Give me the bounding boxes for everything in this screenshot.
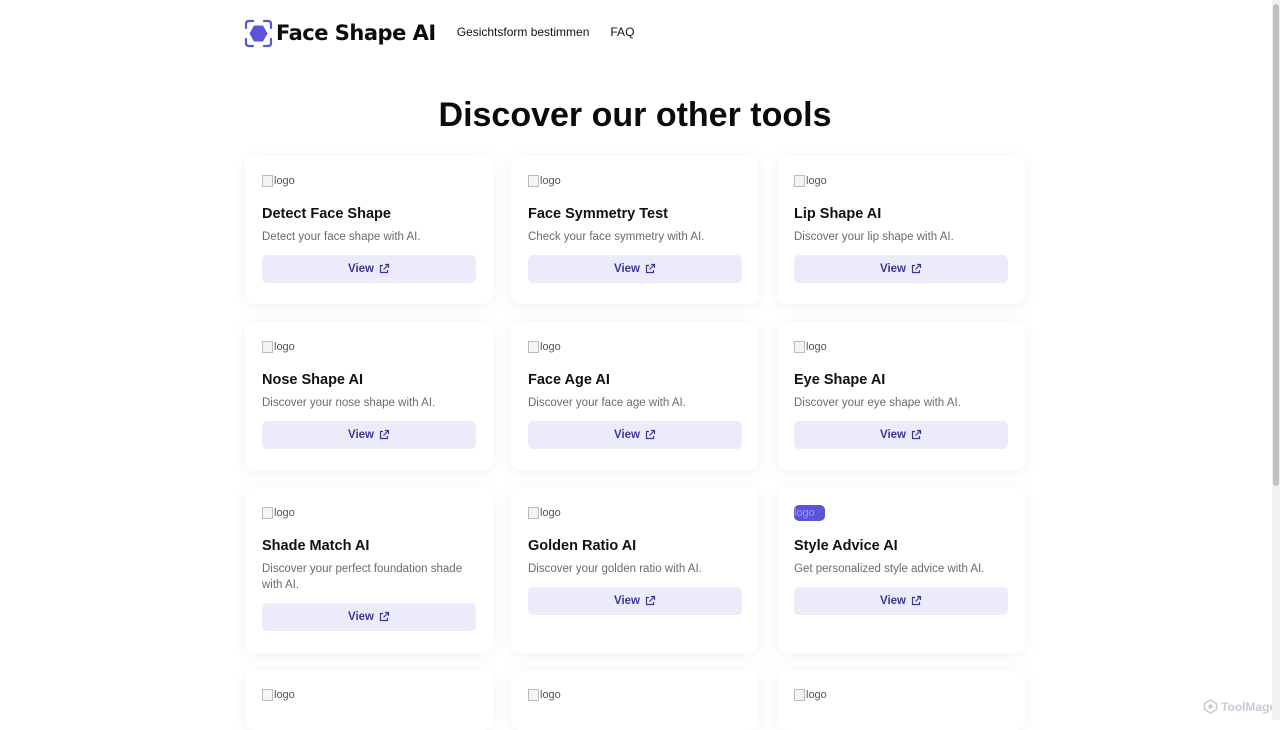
tool-card-description: Detect your face shape with AI.: [262, 231, 421, 243]
view-button[interactable]: View: [262, 255, 476, 283]
page-scrollbar[interactable]: [1272, 0, 1280, 720]
view-button[interactable]: View: [528, 587, 742, 615]
tool-card-title: Golden Ratio AI: [528, 538, 637, 554]
nav-link-gesichtsform-bestimmen[interactable]: Gesichtsform bestimmen: [457, 25, 590, 39]
view-button[interactable]: View: [528, 421, 742, 449]
tool-card-title: Face Symmetry Test: [528, 206, 668, 222]
tool-card-title: Shade Match AI: [262, 538, 370, 554]
tool-logo-image: logo: [262, 687, 476, 703]
tool-logo-image: logo: [528, 687, 742, 703]
tool-logo-image: logo: [262, 339, 476, 355]
broken-image-icon: [794, 175, 805, 187]
external-link-icon: [379, 611, 390, 622]
view-button[interactable]: View: [794, 255, 1008, 283]
broken-image-icon: [794, 341, 805, 353]
tool-logo-image: logo: [794, 173, 1008, 189]
view-button[interactable]: View: [528, 255, 742, 283]
brand-name: Face Shape AI: [276, 21, 436, 45]
broken-image-icon: [794, 689, 805, 701]
tool-logo-image: logo: [794, 505, 825, 521]
broken-image-icon: [262, 507, 273, 519]
external-link-icon: [911, 263, 922, 274]
tool-card-shade-match-ai: logo Shade Match AI Discover your perfec…: [245, 488, 493, 653]
view-button[interactable]: View: [262, 603, 476, 631]
main-nav: Gesichtsform bestimmen FAQ: [457, 25, 656, 39]
nav-link-faq[interactable]: FAQ: [610, 25, 634, 39]
tool-card-nose-shape-ai: logo Nose Shape AI Discover your nose sh…: [245, 322, 493, 470]
external-link-icon: [645, 429, 656, 440]
broken-image-icon: [262, 689, 273, 701]
tool-logo-image: logo: [528, 339, 742, 355]
toolmage-watermark: ToolMage: [1203, 699, 1276, 714]
scrollbar-thumb[interactable]: [1273, 4, 1279, 486]
tool-card-description: Discover your face age with AI.: [528, 397, 686, 409]
tool-card-title: Style Advice AI: [794, 538, 898, 554]
broken-image-icon: [528, 689, 539, 701]
tool-card-description: Discover your perfect foundation shade w…: [262, 563, 463, 591]
toolmage-logo-icon: [1203, 699, 1218, 714]
tool-card-face-symmetry-test: logo Face Symmetry Test Check your face …: [511, 156, 759, 304]
broken-image-icon: [528, 175, 539, 187]
tool-card-description: Discover your eye shape with AI.: [794, 397, 961, 409]
tool-logo-image: logo: [262, 505, 476, 521]
tool-card-title: Face Age AI: [528, 372, 610, 388]
tool-card-partial: logo: [245, 670, 493, 730]
broken-image-icon: [528, 341, 539, 353]
broken-image-icon: [528, 507, 539, 519]
tool-card-description: Discover your lip shape with AI.: [794, 231, 954, 243]
external-link-icon: [911, 429, 922, 440]
tool-card-lip-shape-ai: logo Lip Shape AI Discover your lip shap…: [777, 156, 1025, 304]
tool-card-golden-ratio-ai: logo Golden Ratio AI Discover your golde…: [511, 488, 759, 653]
tool-logo-image: logo: [528, 505, 742, 521]
tool-card-partial: logo: [511, 670, 759, 730]
tool-logo-image: logo: [794, 339, 1008, 355]
tool-card-description: Discover your nose shape with AI.: [262, 397, 436, 409]
tool-card-face-age-ai: logo Face Age AI Discover your face age …: [511, 322, 759, 470]
external-link-icon: [645, 263, 656, 274]
tool-card-description: Check your face symmetry with AI.: [528, 231, 705, 243]
view-button[interactable]: View: [794, 421, 1008, 449]
site-header: Face Shape AI Gesichtsform bestimmen FAQ: [244, 17, 655, 49]
tool-card-title: Lip Shape AI: [794, 206, 882, 222]
tool-card-description: Get personalized style advice with AI.: [794, 563, 985, 575]
tool-card-title: Eye Shape AI: [794, 372, 886, 388]
tool-card-eye-shape-ai: logo Eye Shape AI Discover your eye shap…: [777, 322, 1025, 470]
tool-card-style-advice-ai: logo Style Advice AI Get personalized st…: [777, 488, 1025, 653]
tool-card-title: Nose Shape AI: [262, 372, 363, 388]
page-title: Discover our other tools: [438, 96, 832, 134]
broken-image-icon: [262, 175, 273, 187]
tool-logo-image: logo: [262, 173, 476, 189]
face-scan-icon: [244, 19, 273, 48]
external-link-icon: [379, 429, 390, 440]
external-link-icon: [645, 595, 656, 606]
tool-card-title: Detect Face Shape: [262, 206, 391, 222]
view-button[interactable]: View: [794, 587, 1008, 615]
external-link-icon: [379, 263, 390, 274]
tool-logo-image: logo: [794, 687, 1008, 703]
brand-logo-link[interactable]: Face Shape AI: [244, 19, 436, 48]
tool-card-detect-face-shape: logo Detect Face Shape Detect your face …: [245, 156, 493, 304]
tool-logo-image: logo: [528, 173, 742, 189]
tool-card-partial: logo: [777, 670, 1025, 730]
broken-image-icon: [262, 341, 273, 353]
external-link-icon: [911, 595, 922, 606]
view-button[interactable]: View: [262, 421, 476, 449]
tool-card-description: Discover your golden ratio with AI.: [528, 563, 702, 575]
